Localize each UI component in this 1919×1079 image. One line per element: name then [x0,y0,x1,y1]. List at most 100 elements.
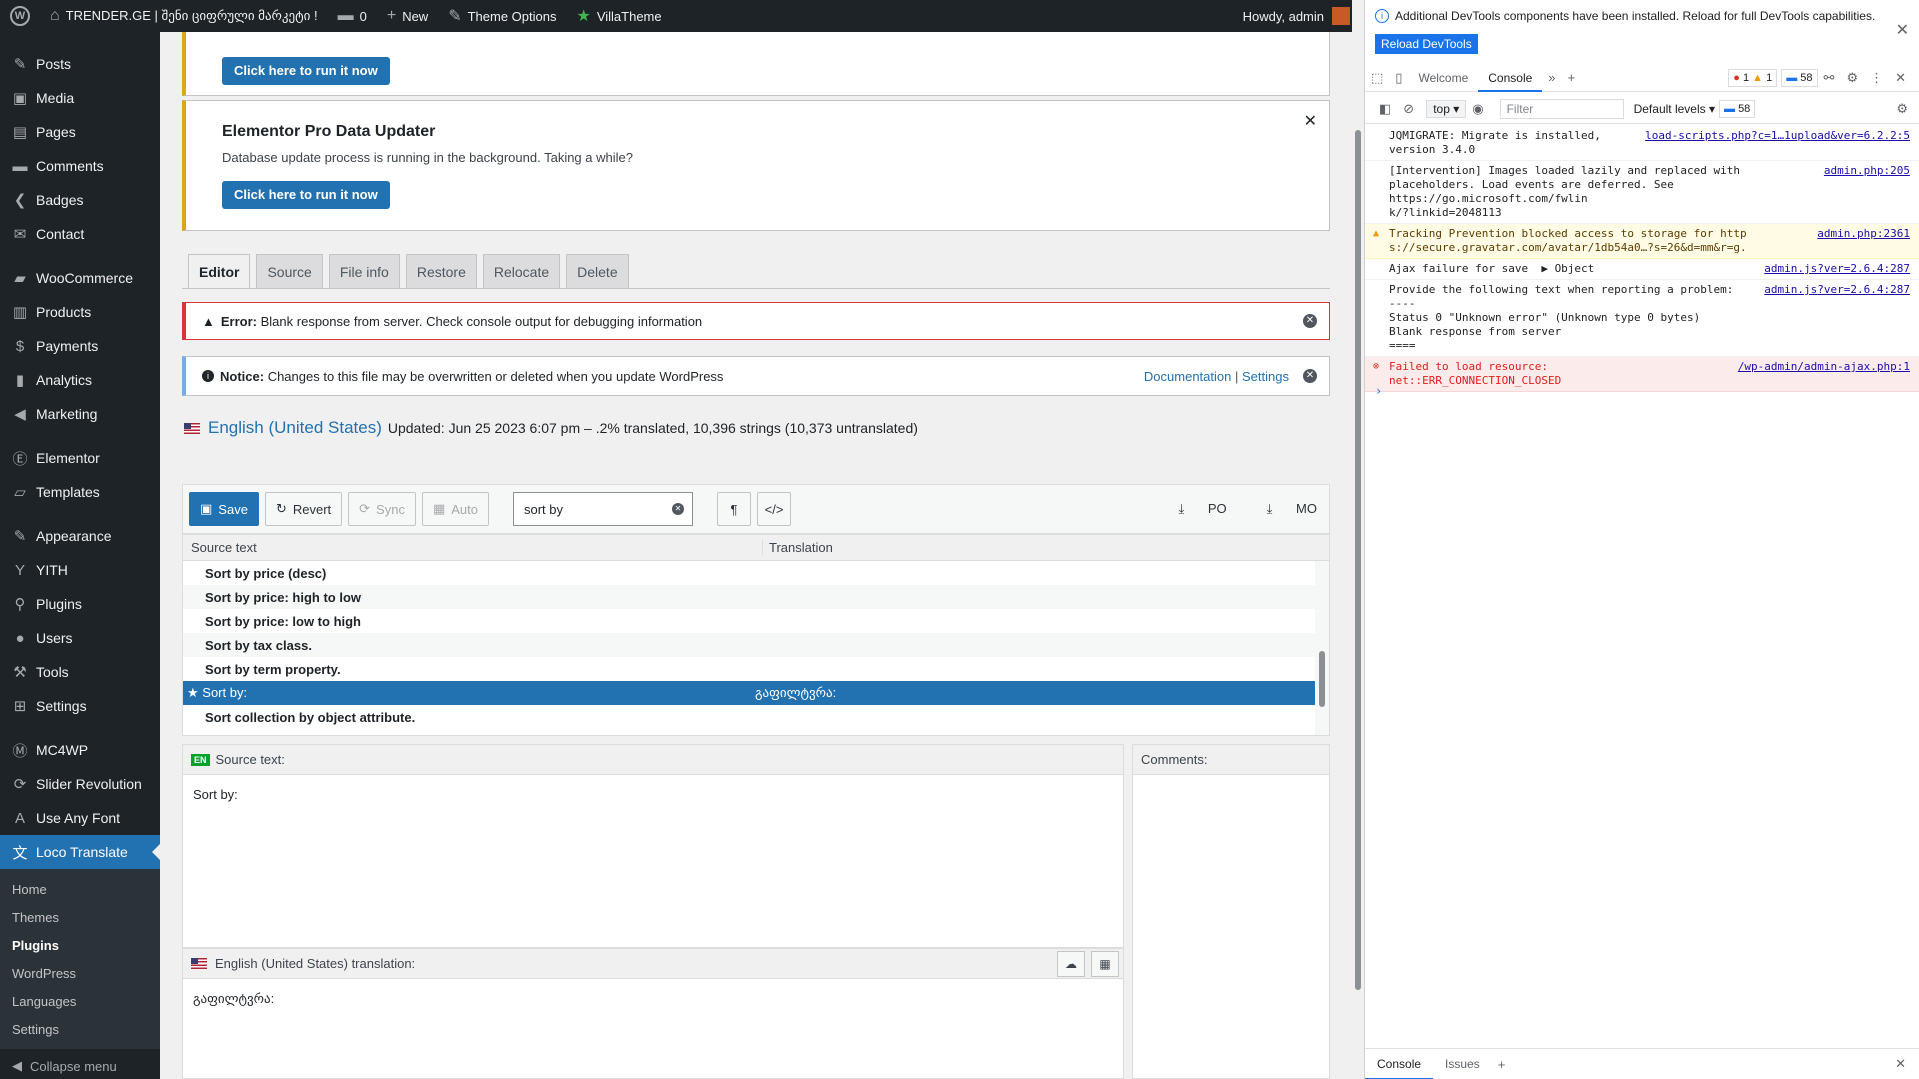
invisibles-button[interactable]: ¶ [717,492,751,526]
table-row[interactable]: Sort collection by object attribute. [183,705,1329,729]
clear-console-icon[interactable]: ⊘ [1397,101,1420,117]
console-prompt[interactable]: › [1375,384,1382,398]
col-source-header[interactable]: Source text [183,540,763,555]
col-translation-header[interactable]: Translation [763,540,833,555]
sidebar-item-products[interactable]: ▥ Products [0,295,160,329]
submenu-item-home[interactable]: Home [0,875,160,903]
submenu-item-languages[interactable]: Languages [0,987,160,1015]
tab-delete[interactable]: Delete [566,254,629,289]
console-source-link[interactable]: admin.php:205 [1824,164,1910,220]
page-scrollbar[interactable] [1352,0,1364,1079]
messages-badge[interactable]: ▬ 58 [1719,99,1756,118]
search-input[interactable]: sort by ✕ [513,492,693,526]
sidebar-toggle-icon[interactable]: ◧ [1373,101,1397,117]
dismiss-icon[interactable]: ✕ [1303,369,1317,383]
sync-button[interactable]: ⟳ Sync [348,492,416,526]
sidebar-item-payments[interactable]: $ Payments [0,329,160,363]
close-icon[interactable]: ✕ [1304,111,1317,131]
sidebar-item-users[interactable]: ● Users [0,621,160,655]
sidebar-item-tools[interactable]: ⚒ Tools [0,655,160,689]
sidebar-item-use-any-font[interactable]: A Use Any Font [0,801,160,835]
table-row[interactable]: Sort by tax class. [183,633,1329,657]
submenu-item-wordpress[interactable]: WordPress [0,959,160,987]
revert-button[interactable]: ↻ Revert [264,492,343,526]
sidebar-item-posts[interactable]: ✎ Posts [0,47,160,81]
close-infobar-icon[interactable]: ✕ [1896,20,1909,40]
save-button[interactable]: ▣ Save [189,492,259,526]
close-drawer-icon[interactable]: ✕ [1889,1056,1912,1072]
console-source-link[interactable]: /wp-admin/admin-ajax.php:1 [1738,360,1910,388]
sidebar-item-yith[interactable]: Y YITH [0,553,160,587]
console-source-link[interactable]: load-scripts.php?c=1…1upload&ver=6.2.2:5 [1645,129,1910,157]
auto-button[interactable]: ▦ Auto [421,492,489,526]
wp-logo-button[interactable]: W [0,0,40,32]
submenu-item-themes[interactable]: Themes [0,903,160,931]
sidebar-item-mc4wp[interactable]: Ⓜ MC4WP [0,733,160,767]
sidebar-item-contact[interactable]: ✉ Contact [0,217,160,251]
my-account-link[interactable]: Howdy, admin [1233,0,1364,32]
close-devtools-icon[interactable]: ✕ [1889,70,1912,86]
tab-welcome[interactable]: Welcome [1408,64,1478,92]
table-row[interactable]: Sort by price: high to low [183,585,1329,609]
run-updater-button-2[interactable]: Click here to run it now [222,181,390,209]
network-icon[interactable]: ⚯ [1818,70,1841,86]
add-tab-icon[interactable]: + [1492,1057,1512,1072]
kebab-menu-icon[interactable]: ⋮ [1864,70,1889,86]
submenu-item-plugins[interactable]: Plugins [0,931,160,959]
comments-link[interactable]: ▬ 0 [328,0,377,32]
console-filter-input[interactable]: Filter [1499,98,1624,119]
gear-icon[interactable]: ⚙ [1840,70,1864,86]
sidebar-item-templates[interactable]: ▱ Templates [0,475,160,509]
gear-icon[interactable]: ⚙ [1890,101,1914,117]
documentation-link[interactable]: Documentation [1144,369,1231,384]
tab-editor[interactable]: Editor [188,254,251,289]
new-content-link[interactable]: + New [377,0,438,32]
context-select[interactable]: top ▾ [1426,99,1467,118]
drawer-tab-issues[interactable]: Issues [1433,1049,1492,1079]
collapse-menu-button[interactable]: ◀ Collapse menu [0,1049,160,1079]
sidebar-item-marketing[interactable]: ◀ Marketing [0,397,160,431]
sidebar-item-woocommerce[interactable]: ▰ WooCommerce [0,261,160,295]
reload-devtools-button[interactable]: Reload DevTools [1375,34,1478,54]
download-mo-button[interactable]: ⤓ MO [1247,501,1317,517]
sidebar-item-badges[interactable]: ❮ Badges [0,183,160,217]
sidebar-item-comments[interactable]: ▬ Comments [0,149,160,183]
code-view-button[interactable]: </> [757,492,791,526]
run-updater-button[interactable]: Click here to run it now [222,57,390,85]
sidebar-item-slider-revolution[interactable]: ⟳ Slider Revolution [0,767,160,801]
tab-source[interactable]: Source [256,254,323,289]
submenu-item-settings[interactable]: Settings [0,1015,160,1043]
device-icon[interactable]: ▯ [1389,70,1408,86]
console-source-link[interactable]: admin.js?ver=2.6.4:287 [1764,262,1910,276]
tab-relocate[interactable]: Relocate [482,254,561,289]
dismiss-icon[interactable]: ✕ [1303,314,1317,328]
scroll-thumb[interactable] [1319,651,1325,707]
translation-input[interactable]: გაფილტვრა: [183,979,1123,1019]
sidebar-item-analytics[interactable]: ▮ Analytics [0,363,160,397]
table-row[interactable]: Sort by price (desc) [183,561,1329,585]
console-source-link[interactable]: admin.js?ver=2.6.4:287 [1764,283,1910,353]
table-row[interactable]: ★ Sort by: გაფილტვრა: [183,681,1329,705]
sidebar-item-elementor[interactable]: Ⓔ Elementor [0,441,160,475]
eye-icon[interactable]: ◉ [1466,101,1489,117]
drawer-tab-console[interactable]: Console [1365,1049,1434,1079]
sidebar-item-loco-translate[interactable]: 文 Loco Translate [0,835,160,869]
add-tab-icon[interactable]: + [1562,70,1582,85]
sidebar-item-plugins[interactable]: ⚲ Plugins [0,587,160,621]
more-tabs-icon[interactable]: » [1542,70,1561,85]
cloud-button[interactable]: ☁ [1057,951,1085,977]
tab-console[interactable]: Console [1478,64,1543,92]
table-row[interactable]: Sort by price: low to high [183,609,1329,633]
grid-scrollbar[interactable] [1315,561,1329,735]
page-scroll-thumb[interactable] [1355,130,1361,990]
language-link[interactable]: English (United States) [208,418,382,438]
sidebar-item-settings[interactable]: ⊞ Settings [0,689,160,723]
messages-counter[interactable]: ▬ 58 [1781,68,1818,87]
issues-counter[interactable]: ● 1 ▲ 1 [1728,68,1778,87]
theme-options-link[interactable]: ✎ Theme Options [438,0,566,32]
clear-icon[interactable]: ✕ [672,503,684,515]
auto-translate-button[interactable]: ▦ [1091,951,1119,977]
settings-link[interactable]: Settings [1242,369,1289,384]
table-row[interactable]: Sort by term property. [183,657,1329,681]
sidebar-item-media[interactable]: ▣ Media [0,81,160,115]
